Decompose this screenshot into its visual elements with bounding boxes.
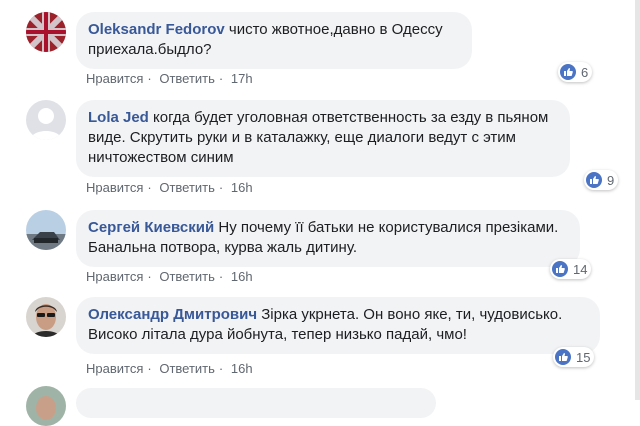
reaction-number: 6 (581, 64, 589, 80)
comment-time[interactable]: 16h (231, 180, 253, 195)
avatar[interactable] (26, 12, 66, 52)
thumbs-up-icon (586, 172, 602, 188)
comment-bubble: Олександр Дмитрович Зірка укрнета. Он во… (76, 297, 600, 354)
reaction-count[interactable]: 6 (558, 62, 593, 82)
comment-actions: Нравится · Ответить · 16h (86, 180, 253, 195)
like-link[interactable]: Нравится (86, 180, 143, 195)
comment-bubble: Сергей Киевский Ну почему її батьки не к… (76, 210, 580, 267)
reply-link[interactable]: Ответить (159, 180, 215, 195)
avatar[interactable] (26, 297, 66, 337)
avatar[interactable] (26, 210, 66, 250)
scrollbar[interactable] (635, 0, 640, 400)
comment-author[interactable]: Oleksandr Fedorov (88, 21, 225, 38)
reaction-count[interactable]: 14 (550, 259, 592, 279)
comment-bubble: Oleksandr Fedorov чисто жвотное,давно в … (76, 12, 472, 69)
like-link[interactable]: Нравится (86, 361, 143, 376)
comment-time[interactable]: 17h (231, 71, 253, 86)
comment-time[interactable]: 16h (231, 361, 253, 376)
thumbs-up-icon (555, 349, 571, 365)
reply-link[interactable]: Ответить (159, 71, 215, 86)
reaction-number: 9 (607, 172, 615, 188)
like-link[interactable]: Нравится (86, 71, 143, 86)
reaction-count[interactable]: 9 (584, 170, 619, 190)
comment-author[interactable]: Lola Jed (88, 109, 149, 126)
comment-actions: Нравится · Ответить · 16h (86, 361, 253, 376)
avatar[interactable] (26, 386, 66, 426)
avatar[interactable] (26, 100, 66, 140)
reaction-number: 15 (576, 349, 591, 365)
reply-link[interactable]: Ответить (159, 269, 215, 284)
thumbs-up-icon (560, 64, 576, 80)
comment-actions: Нравится · Ответить · 16h (86, 269, 253, 284)
comment-author[interactable]: Олександр Дмитрович (88, 306, 257, 323)
reaction-count[interactable]: 15 (553, 347, 595, 367)
reply-link[interactable]: Ответить (159, 361, 215, 376)
comment-text: когда будет уголовная ответственность за… (88, 109, 549, 166)
comment-actions: Нравится · Ответить · 17h (86, 71, 253, 86)
like-link[interactable]: Нравится (86, 269, 143, 284)
comment-bubble: Lola Jed когда будет уголовная ответстве… (76, 100, 570, 177)
comment-bubble (76, 388, 436, 418)
reaction-number: 14 (573, 261, 588, 277)
thumbs-up-icon (552, 261, 568, 277)
comment-author[interactable]: Сергей Киевский (88, 219, 214, 236)
comment-time[interactable]: 16h (231, 269, 253, 284)
